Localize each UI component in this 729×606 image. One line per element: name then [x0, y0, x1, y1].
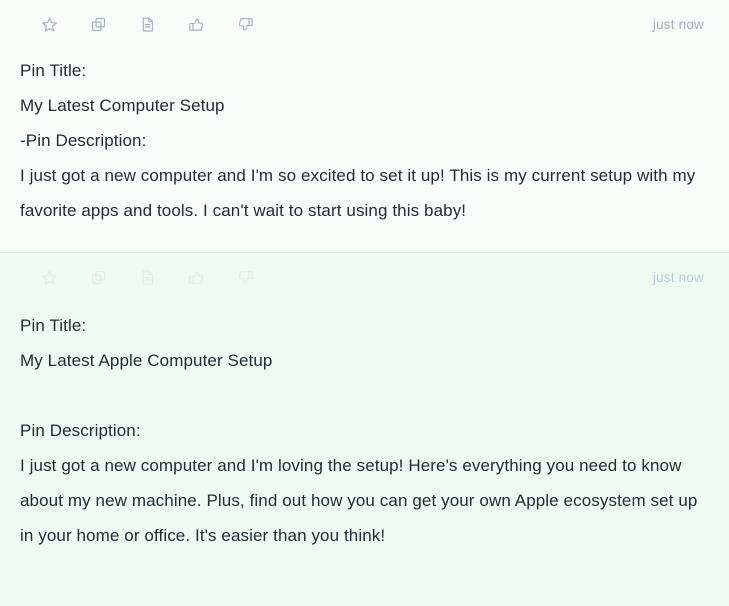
message-line: My Latest Apple Computer Setup — [20, 351, 273, 370]
star-icon[interactable] — [30, 262, 68, 292]
copy-icon[interactable] — [79, 9, 117, 39]
document-icon[interactable] — [128, 262, 166, 292]
thumbs-up-icon[interactable] — [177, 9, 215, 39]
message-timestamp: just now — [652, 269, 704, 285]
message-line: My Latest Computer Setup — [20, 96, 225, 115]
conversation-thread: just now Pin Title: My Latest Computer S… — [0, 0, 729, 606]
message-line: Pin Title: — [20, 316, 87, 335]
thumbs-down-icon[interactable] — [226, 9, 264, 39]
message-block: just now Pin Title: My Latest Apple Comp… — [0, 252, 729, 606]
message-action-toolbar: just now — [19, 253, 710, 301]
message-timestamp: just now — [652, 16, 704, 32]
thumbs-down-icon[interactable] — [226, 262, 264, 292]
thumbs-up-icon[interactable] — [177, 262, 215, 292]
message-body: Pin Title: My Latest Computer Setup -Pin… — [19, 48, 710, 228]
message-line: -Pin Description: — [20, 131, 147, 150]
message-line: I just got a new computer and I'm loving… — [20, 456, 698, 545]
star-icon[interactable] — [30, 9, 68, 39]
message-body: Pin Title: My Latest Apple Computer Setu… — [19, 301, 710, 553]
message-line: I just got a new computer and I'm so exc… — [20, 166, 696, 220]
message-line: Pin Description: — [20, 421, 141, 440]
document-icon[interactable] — [128, 9, 166, 39]
message-block: just now Pin Title: My Latest Computer S… — [0, 0, 729, 252]
message-line: Pin Title: — [20, 61, 87, 80]
copy-icon[interactable] — [79, 262, 117, 292]
message-action-toolbar: just now — [19, 0, 710, 48]
